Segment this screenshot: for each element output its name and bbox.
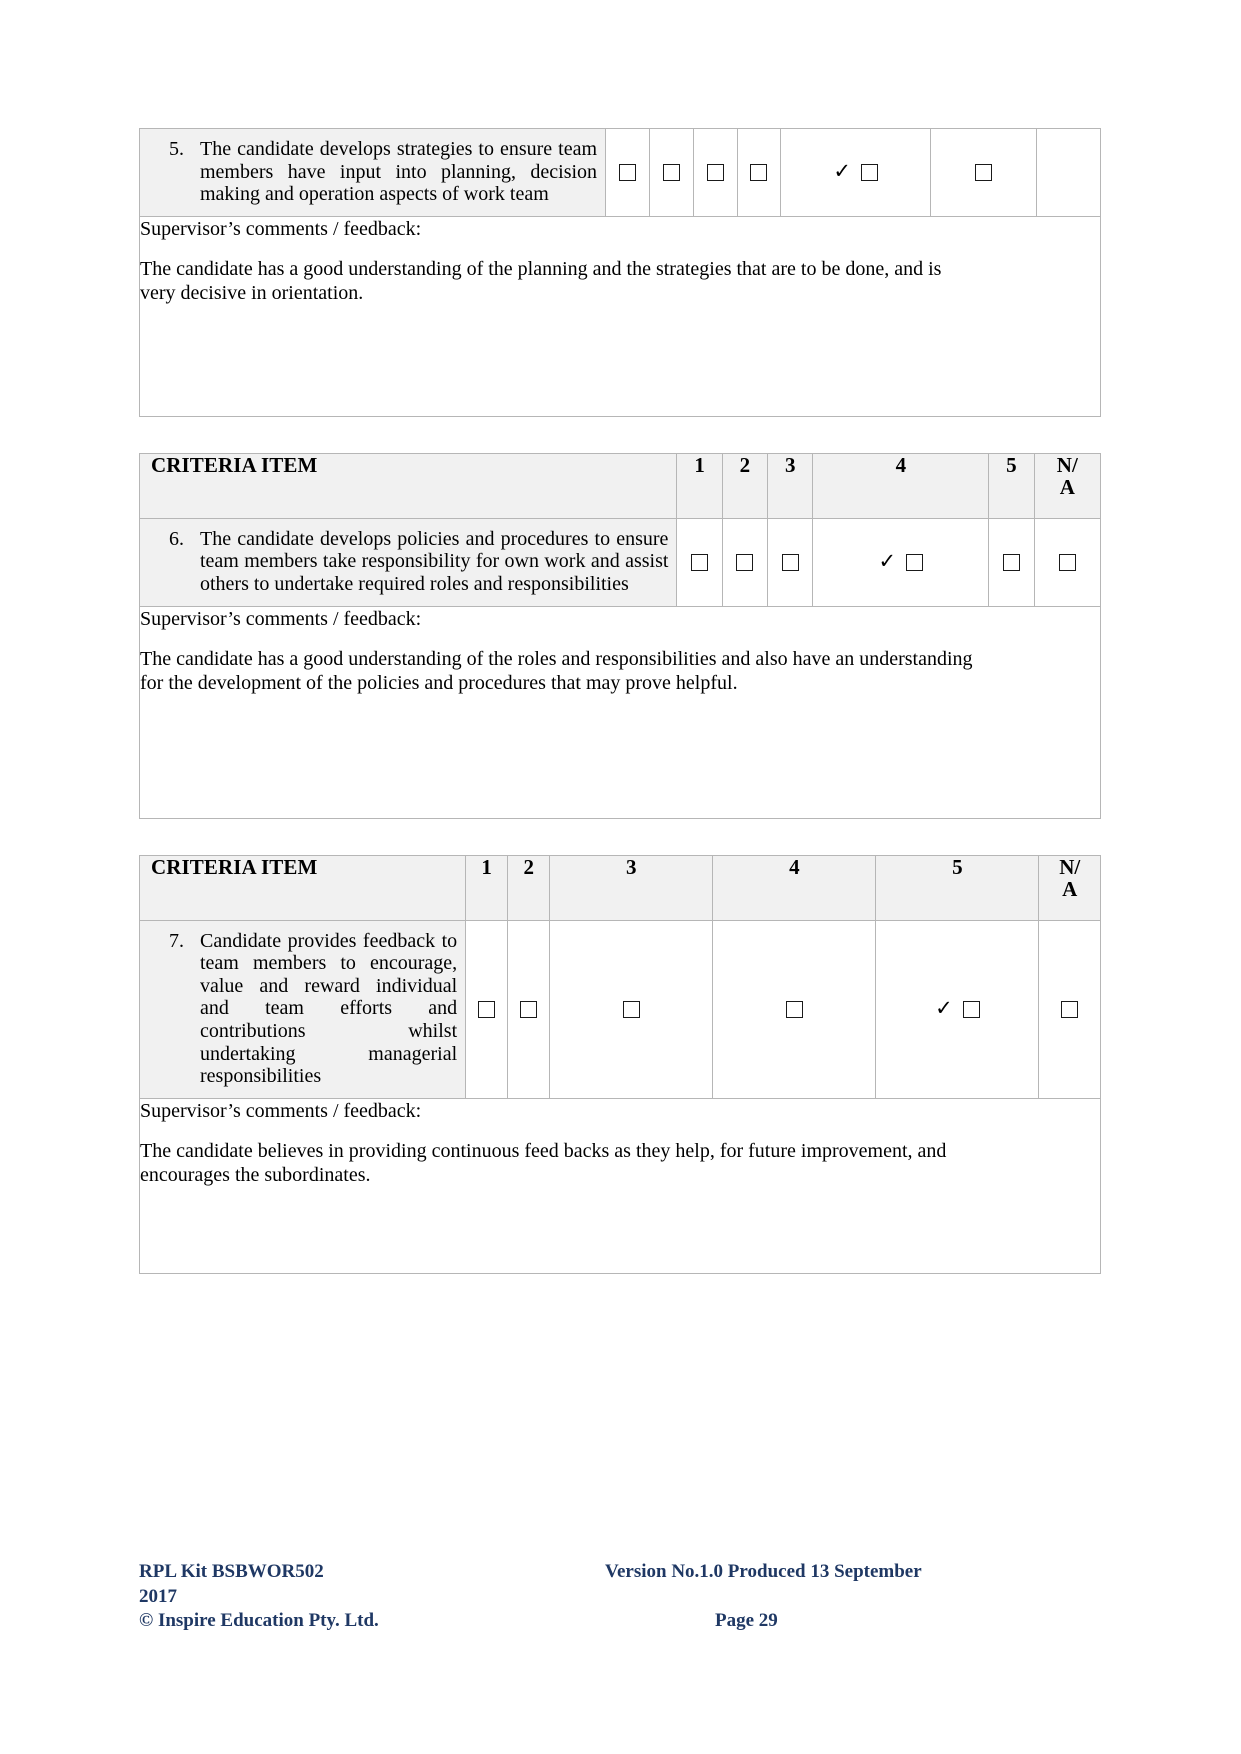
rating-cell-4[interactable] xyxy=(712,919,877,1099)
checkbox-2[interactable] xyxy=(520,1000,538,1018)
criteria-row: 5. The candidate develops strategies to … xyxy=(138,128,1102,217)
header-col-4: 4 xyxy=(812,452,990,519)
checkbox-5[interactable] xyxy=(1002,554,1020,571)
header-criteria-item: CRITERIA ITEM xyxy=(138,854,467,921)
criteria-text: Candidate provides feedback to team memb… xyxy=(200,929,458,1088)
footer-kit: RPL Kit BSBWOR502 xyxy=(139,1560,324,1582)
header-col-2: 2 xyxy=(721,452,769,519)
rating-cell-5[interactable]: ✓ xyxy=(780,128,931,217)
header-col-2: 2 xyxy=(507,854,551,921)
rating-cell-na[interactable] xyxy=(1033,517,1102,607)
header-col-5: 5 xyxy=(988,452,1035,519)
comments-text: The candidate has a good understanding o… xyxy=(140,647,973,694)
checkbox-3[interactable] xyxy=(622,1000,640,1018)
checkbox-5-selected[interactable] xyxy=(962,1000,980,1018)
criteria-row: 6. The candidate develops policies and p… xyxy=(138,517,1102,607)
rating-cell-6[interactable] xyxy=(929,128,1037,217)
comments-row: Supervisor’s comments / feedback: The ca… xyxy=(139,215,1101,417)
header-col-3: 3 xyxy=(767,452,814,519)
rating-cell-1[interactable] xyxy=(676,517,723,607)
criteria-text: The candidate develops strategies to ens… xyxy=(200,138,598,206)
comments-label: Supervisor’s comments / feedback: xyxy=(140,607,422,630)
checkmark-icon: ✓ xyxy=(878,548,897,573)
table-header-row: CRITERIA ITEM 1 2 3 4 5 N/ A xyxy=(138,854,1101,921)
criteria-number: 5. xyxy=(169,138,184,160)
footer-row-3: © Inspire Education Pty. Ltd. Page 29 xyxy=(139,1609,1101,1634)
rating-cell-3[interactable] xyxy=(767,517,814,607)
header-col-4: 4 xyxy=(712,854,877,921)
comments-text: The candidate believes in providing cont… xyxy=(140,1139,947,1186)
footer-year: 2017 xyxy=(139,1585,177,1607)
rating-cell-2[interactable] xyxy=(507,919,551,1099)
comments-label: Supervisor’s comments / feedback: xyxy=(140,217,422,240)
header-col-1: 1 xyxy=(465,854,509,921)
footer-row-1: RPL Kit BSBWOR502 Version No.1.0 Produce… xyxy=(139,1560,1101,1585)
rating-cell-2[interactable] xyxy=(721,517,769,607)
criteria-row: 7. Candidate provides feedback to team m… xyxy=(138,919,1101,1099)
rating-cell-1[interactable] xyxy=(605,128,650,217)
checkbox-4[interactable] xyxy=(750,164,768,182)
criteria-item-cell: 7. Candidate provides feedback to team m… xyxy=(138,919,467,1099)
header-col-na: N/ A xyxy=(1038,854,1101,921)
checkbox-na[interactable] xyxy=(1061,1000,1079,1018)
document-page: 5. The candidate develops strategies to … xyxy=(0,0,1241,1754)
checkbox-1[interactable] xyxy=(618,164,636,182)
criteria-number: 6. xyxy=(169,527,184,550)
criteria-number: 7. xyxy=(169,929,184,952)
checkmark-icon: ✓ xyxy=(833,158,851,183)
header-col-na: N/ A xyxy=(1033,452,1102,519)
checkbox-1[interactable] xyxy=(691,554,709,571)
header-criteria-item: CRITERIA ITEM xyxy=(138,452,678,519)
rating-cell-5[interactable]: ✓ xyxy=(875,919,1040,1099)
rating-cell-na[interactable] xyxy=(1038,919,1101,1099)
checkbox-1[interactable] xyxy=(478,1000,496,1018)
page-footer: RPL Kit BSBWOR502 Version No.1.0 Produce… xyxy=(139,1560,1101,1634)
rating-cell-4[interactable] xyxy=(736,128,782,217)
footer-row-2: 2017 xyxy=(139,1585,1101,1610)
comments-cell[interactable]: Supervisor’s comments / feedback: The ca… xyxy=(139,215,1101,417)
rating-cell-5[interactable] xyxy=(988,517,1035,607)
criteria-table-6: CRITERIA ITEM 1 2 3 4 5 N/ A 6. The cand… xyxy=(138,452,1102,819)
table-header-row: CRITERIA ITEM 1 2 3 4 5 N/ A xyxy=(138,452,1102,519)
comments-text: The candidate has a good understanding o… xyxy=(140,257,942,304)
criteria-item-cell: 6. The candidate develops policies and p… xyxy=(138,517,678,607)
footer-page-number: Page 29 xyxy=(715,1610,778,1632)
checkbox-3[interactable] xyxy=(781,554,799,571)
criteria-table-7: CRITERIA ITEM 1 2 3 4 5 N/ A 7. Candidat… xyxy=(138,854,1101,1274)
comments-label: Supervisor’s comments / feedback: xyxy=(140,1099,422,1122)
checkbox-6[interactable] xyxy=(974,164,992,182)
header-col-3: 3 xyxy=(549,854,714,921)
criteria-table-5: 5. The candidate develops strategies to … xyxy=(138,128,1102,417)
footer-copyright: © Inspire Education Pty. Ltd. xyxy=(139,1610,379,1632)
checkbox-5-selected[interactable] xyxy=(860,163,878,181)
checkbox-2[interactable] xyxy=(736,554,754,571)
checkbox-2[interactable] xyxy=(662,164,680,182)
footer-version: Version No.1.0 Produced 13 September xyxy=(605,1560,922,1582)
checkmark-icon: ✓ xyxy=(935,995,953,1020)
checkbox-3[interactable] xyxy=(706,164,724,182)
header-col-1: 1 xyxy=(676,452,723,519)
rating-cell-3[interactable] xyxy=(692,128,738,217)
rating-cell-2[interactable] xyxy=(648,128,694,217)
comments-cell[interactable]: Supervisor’s comments / feedback: The ca… xyxy=(139,605,1101,819)
header-col-5: 5 xyxy=(875,854,1040,921)
rating-cell-4[interactable]: ✓ xyxy=(812,517,990,607)
checkbox-4-selected[interactable] xyxy=(906,553,924,571)
criteria-text: The candidate develops policies and proc… xyxy=(200,527,669,595)
comments-cell[interactable]: Supervisor’s comments / feedback: The ca… xyxy=(139,1097,1101,1274)
criteria-item-cell: 5. The candidate develops strategies to … xyxy=(138,128,607,217)
comments-row: Supervisor’s comments / feedback: The ca… xyxy=(139,605,1101,819)
rating-cell-na[interactable] xyxy=(1035,128,1102,217)
rating-cell-3[interactable] xyxy=(549,919,714,1099)
checkbox-na[interactable] xyxy=(1058,554,1076,571)
comments-row: Supervisor’s comments / feedback: The ca… xyxy=(139,1097,1101,1274)
rating-cell-1[interactable] xyxy=(465,919,509,1099)
checkbox-4[interactable] xyxy=(785,1000,803,1018)
